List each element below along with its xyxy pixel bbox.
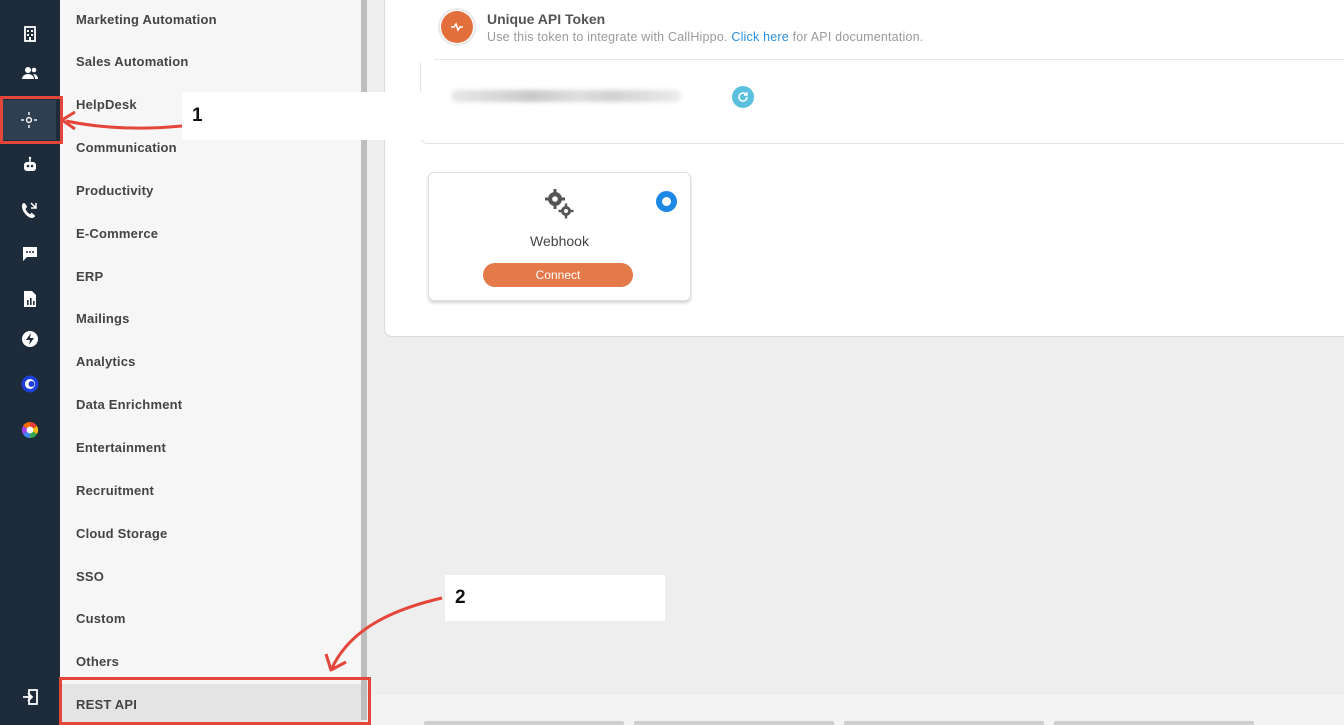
robot-icon[interactable] bbox=[6, 145, 54, 185]
users-icon[interactable] bbox=[6, 53, 54, 93]
annotation-highlight-1 bbox=[0, 96, 63, 144]
connect-button[interactable]: Connect bbox=[483, 263, 633, 287]
color-wheel-icon[interactable] bbox=[6, 410, 54, 450]
bottom-tab[interactable] bbox=[1054, 721, 1254, 725]
annotation-label-2: 2 bbox=[445, 575, 665, 621]
callhippo-logo-icon[interactable] bbox=[6, 364, 54, 404]
category-item[interactable]: ERP bbox=[60, 256, 361, 296]
category-item[interactable]: Entertainment bbox=[60, 427, 361, 467]
bolt-icon[interactable] bbox=[6, 319, 54, 359]
phone-forward-icon[interactable] bbox=[6, 190, 54, 230]
gears-icon bbox=[545, 189, 574, 219]
category-item[interactable]: Recruitment bbox=[60, 470, 361, 510]
category-item[interactable]: Others bbox=[60, 641, 361, 681]
api-token-subtitle: Use this token to integrate with CallHip… bbox=[487, 30, 923, 44]
webhook-card: Webhook Connect bbox=[428, 172, 691, 301]
category-item[interactable]: Sales Automation bbox=[60, 41, 361, 81]
api-logo-icon bbox=[438, 8, 476, 46]
bottom-tab[interactable] bbox=[634, 721, 834, 725]
category-item[interactable]: Mailings bbox=[60, 298, 361, 338]
api-docs-link[interactable]: Click here bbox=[731, 30, 789, 44]
annotation-highlight-2 bbox=[59, 677, 371, 725]
logout-icon[interactable] bbox=[6, 677, 54, 717]
api-token-value-blurred bbox=[451, 90, 681, 102]
building-icon[interactable] bbox=[6, 14, 54, 54]
report-icon[interactable] bbox=[6, 279, 54, 319]
subtitle-suffix: for API documentation. bbox=[788, 30, 924, 44]
annotation-label-1: 1 bbox=[182, 92, 422, 140]
api-token-header: Unique API Token Use this token to integ… bbox=[434, 2, 1344, 60]
api-token-title: Unique API Token bbox=[487, 11, 606, 27]
category-item[interactable]: E-Commerce bbox=[60, 213, 361, 253]
category-item[interactable]: SSO bbox=[60, 556, 361, 596]
category-item[interactable]: Custom bbox=[60, 598, 361, 638]
bottom-tab[interactable] bbox=[424, 721, 624, 725]
subtitle-prefix: Use this token to integrate with CallHip… bbox=[487, 30, 732, 44]
category-item[interactable]: Productivity bbox=[60, 170, 361, 210]
refresh-token-icon[interactable] bbox=[732, 86, 754, 108]
category-item[interactable]: Cloud Storage bbox=[60, 513, 361, 553]
api-token-row bbox=[420, 62, 1344, 144]
category-item[interactable]: Marketing Automation bbox=[60, 0, 361, 39]
category-item[interactable]: Data Enrichment bbox=[60, 384, 361, 424]
category-item[interactable]: Analytics bbox=[60, 341, 361, 381]
bottom-tab[interactable] bbox=[844, 721, 1044, 725]
chat-icon[interactable] bbox=[6, 234, 54, 274]
webhook-radio[interactable] bbox=[656, 191, 677, 212]
webhook-label: Webhook bbox=[530, 233, 589, 249]
